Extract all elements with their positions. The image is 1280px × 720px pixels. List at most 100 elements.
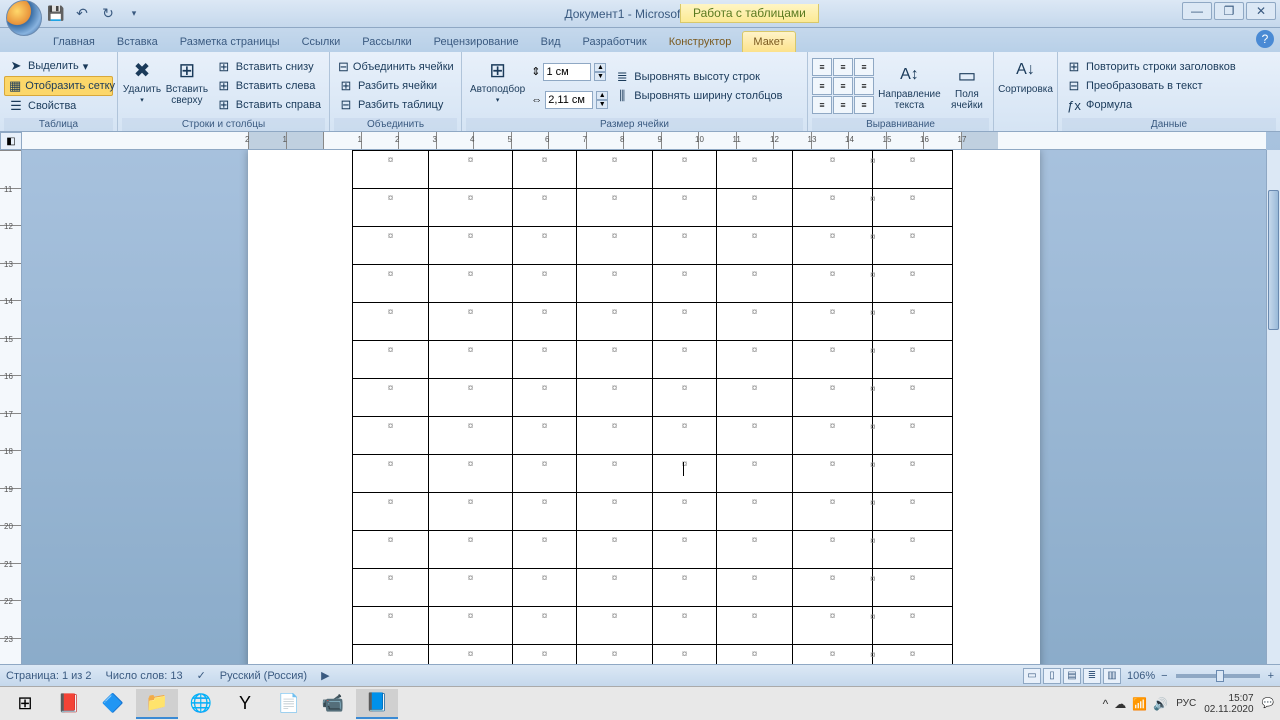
table-cell[interactable]: ¤ [577,531,653,569]
taskbar-chrome[interactable]: 🌐 [180,689,222,719]
table-cell[interactable]: ¤ [717,569,793,607]
tray-cloud-icon[interactable]: ☁ [1114,697,1126,711]
table-cell[interactable]: ¤ [353,341,429,379]
table-cell[interactable]: ¤ [513,379,577,417]
table-cell[interactable]: ¤ [577,569,653,607]
tray-volume-icon[interactable]: 🔊 [1153,697,1168,711]
table-cell[interactable]: ¤ [353,531,429,569]
save-icon[interactable]: 💾 [44,3,68,25]
table-cell[interactable]: ¤ [353,455,429,493]
distribute-cols-button[interactable]: ⫼Выровнять ширину столбцов [610,87,786,105]
insert-right-button[interactable]: ⊞Вставить справа [212,96,325,114]
taskbar-app-1[interactable]: 📕 [48,689,90,719]
table-cell[interactable]: ¤ [353,189,429,227]
table-cell[interactable]: ¤ [873,455,953,493]
table-cell[interactable]: ¤ [353,493,429,531]
macro-icon[interactable]: ▶ [321,669,329,682]
insert-left-button[interactable]: ⊞Вставить слева [212,77,325,95]
tray-notifications-icon[interactable]: 💬 [1262,698,1274,709]
tab-references[interactable]: Ссылки [291,31,352,52]
qat-customize-icon[interactable]: ▾ [122,3,146,25]
redo-icon[interactable]: ↻ [96,3,120,25]
table-cell[interactable]: ¤ [577,607,653,645]
formula-button[interactable]: ƒxФормула [1062,96,1276,114]
properties-button[interactable]: ☰Свойства [4,97,113,115]
view-draft[interactable]: ▥ [1103,668,1121,684]
table-cell[interactable]: ¤ [577,493,653,531]
office-button[interactable] [6,0,42,36]
table-cell[interactable]: ¤ [793,493,873,531]
table-cell[interactable]: ¤ [353,265,429,303]
table-cell[interactable]: ¤ [513,341,577,379]
status-page[interactable]: Страница: 1 из 2 [6,670,92,682]
table-cell[interactable]: ¤ [793,455,873,493]
table-cell[interactable]: ¤ [513,455,577,493]
vertical-scrollbar[interactable] [1266,150,1280,680]
table-cell[interactable]: ¤ [513,569,577,607]
table-cell[interactable]: ¤ [873,189,953,227]
table-cell[interactable]: ¤ [653,569,717,607]
table-cell[interactable]: ¤ [793,303,873,341]
table-cell[interactable]: ¤ [793,341,873,379]
table-cell[interactable]: ¤ [653,265,717,303]
tray-language[interactable]: РУС [1176,698,1196,709]
table-cell[interactable]: ¤ [717,607,793,645]
table-cell[interactable]: ¤ [653,379,717,417]
zoom-level[interactable]: 106% [1127,670,1155,682]
table-cell[interactable]: ¤ [793,417,873,455]
table-cell[interactable]: ¤ [353,379,429,417]
view-full-screen[interactable]: ▯ [1043,668,1061,684]
table-cell[interactable]: ¤ [513,417,577,455]
tray-chevron-icon[interactable]: ^ [1103,697,1109,711]
table-cell[interactable]: ¤ [577,189,653,227]
cell-margins-button[interactable]: ▭Поля ячейки [945,59,989,113]
table-cell[interactable]: ¤ [513,493,577,531]
table-cell[interactable]: ¤ [653,607,717,645]
table-cell[interactable]: ¤ [873,531,953,569]
taskbar-acrobat[interactable]: 📄 [268,689,310,719]
table-cell[interactable]: ¤ [429,569,513,607]
table-cell[interactable]: ¤ [793,227,873,265]
table-cell[interactable]: ¤ [717,493,793,531]
table-cell[interactable]: ¤ [793,569,873,607]
text-direction-button[interactable]: A↕Направление текста [876,59,943,113]
table-cell[interactable]: ¤ [513,607,577,645]
tray-clock[interactable]: 15:0702.11.2020 [1204,693,1253,715]
table-cell[interactable]: ¤ [653,417,717,455]
tab-home[interactable]: Главная [42,31,106,52]
table-cell[interactable]: ¤ [513,265,577,303]
tray-network-icon[interactable]: 📶 [1132,697,1147,711]
vertical-ruler[interactable]: 11121314151617181920212223 [0,150,22,680]
merge-cells-button[interactable]: ⊟Объединить ячейки [334,58,457,76]
table-cell[interactable]: ¤ [717,151,793,189]
table-cell[interactable]: ¤ [793,379,873,417]
table-cell[interactable]: ¤ [873,227,953,265]
document-page[interactable]: ¤¤¤¤¤¤¤¤¤¤¤¤¤¤¤¤¤¤¤¤¤¤¤¤¤¤¤¤¤¤¤¤¤¤¤¤¤¤¤¤… [248,150,1040,680]
table-cell[interactable]: ¤ [793,265,873,303]
table-cell[interactable]: ¤ [429,227,513,265]
zoom-in-button[interactable]: + [1268,670,1274,682]
table-cell[interactable]: ¤ [429,379,513,417]
table-cell[interactable]: ¤ [717,303,793,341]
table-cell[interactable]: ¤ [513,151,577,189]
table-cell[interactable]: ¤ [653,531,717,569]
col-width-input[interactable]: ⇔▲▼ [531,91,608,109]
table-cell[interactable]: ¤ [873,493,953,531]
tab-developer[interactable]: Разработчик [572,31,658,52]
table-cell[interactable]: ¤ [717,227,793,265]
row-height-input[interactable]: ⇕▲▼ [531,63,608,81]
document-table[interactable]: ¤¤¤¤¤¤¤¤¤¤¤¤¤¤¤¤¤¤¤¤¤¤¤¤¤¤¤¤¤¤¤¤¤¤¤¤¤¤¤¤… [352,150,953,680]
distribute-rows-button[interactable]: ≣Выровнять высоту строк [610,68,786,86]
table-cell[interactable]: ¤ [793,151,873,189]
close-button[interactable]: ✕ [1246,2,1276,20]
select-button[interactable]: ➤Выделить ▾ [4,57,113,75]
table-cell[interactable]: ¤ [513,531,577,569]
table-cell[interactable]: ¤ [429,607,513,645]
table-cell[interactable]: ¤ [353,569,429,607]
table-cell[interactable]: ¤ [653,303,717,341]
tab-page-layout[interactable]: Разметка страницы [169,31,291,52]
table-cell[interactable]: ¤ [717,417,793,455]
table-cell[interactable]: ¤ [717,379,793,417]
table-cell[interactable]: ¤ [873,607,953,645]
split-table-button[interactable]: ⊟Разбить таблицу [334,96,457,114]
